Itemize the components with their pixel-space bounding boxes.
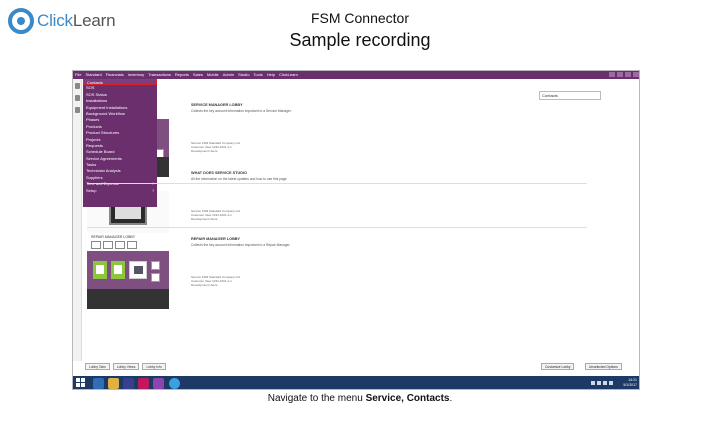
folder-icon[interactable] (108, 378, 119, 389)
box-description: Collects the key account information imp… (191, 243, 291, 247)
info-icon[interactable] (75, 107, 80, 113)
tray-icon[interactable] (591, 381, 595, 385)
menu-clicklearn[interactable]: ClickLearn (279, 71, 298, 79)
menu-standard[interactable]: Standard (85, 71, 101, 79)
slide-title: FSM Connector (310, 10, 410, 26)
repair-lobby-tile[interactable]: REPAIR MANAGER LOBBY (87, 233, 169, 309)
menu-item-setup[interactable]: Setup (83, 188, 157, 195)
menu-mobile[interactable]: Mobile (207, 71, 219, 79)
menu-bar: File Standard Financials Inventory Trans… (73, 71, 639, 79)
internet-explorer-icon[interactable] (169, 378, 180, 389)
box-meta: Service FSM Standard Company Ltd. Custom… (191, 209, 241, 221)
box-meta: Service FSM Standard Company Ltd. Custom… (191, 141, 241, 153)
app-icon[interactable] (153, 378, 164, 389)
menu-sales[interactable]: Sales (193, 71, 203, 79)
caption-menu-path: Service, Contacts (365, 393, 450, 404)
box-title[interactable]: WHAT DOES SERVICE STUDIO (191, 171, 247, 175)
tray-icon[interactable] (597, 381, 601, 385)
windows-taskbar: 14:21 5/1/2017 (73, 376, 639, 389)
document-icon (93, 261, 107, 279)
left-toolbar (73, 79, 82, 361)
menu-inventory[interactable]: Inventory (128, 71, 144, 79)
document-icon (129, 261, 147, 279)
home-icon[interactable] (75, 83, 80, 89)
grid-cell (115, 241, 125, 249)
document-icon (111, 261, 125, 279)
tile-footer (87, 289, 169, 309)
grid-cell (103, 241, 113, 249)
document-icon[interactable] (75, 95, 80, 101)
step-caption: Navigate to the menu Service, Contacts. (267, 393, 453, 404)
lobby-info-button[interactable]: Lobby Info (142, 363, 166, 370)
customize-lobby-button[interactable]: Customize Lobby (541, 363, 575, 370)
grid-cell (127, 241, 137, 249)
menu-studio[interactable]: Studio (238, 71, 249, 79)
box-description: All the information on the latest update… (191, 177, 288, 181)
minimize-icon[interactable] (617, 72, 623, 77)
menu-financials[interactable]: Financials (106, 71, 124, 79)
window-controls (607, 72, 639, 77)
box-description: Collects the key account information imp… (191, 109, 292, 113)
unselected-options-button[interactable]: Unselected Options (585, 363, 622, 370)
box-title[interactable]: REPAIR MANAGER LOBBY (191, 237, 240, 241)
service-dropdown-menu: Contacts SOS SOS Status Installations Eq… (83, 79, 157, 207)
menu-reports[interactable]: Reports (175, 71, 189, 79)
menu-admin[interactable]: Admin (223, 71, 234, 79)
menu-help[interactable]: Help (267, 71, 275, 79)
tray-icon[interactable] (603, 381, 607, 385)
search-input[interactable]: Contacts (539, 91, 601, 100)
grid-cell (91, 241, 101, 249)
system-tray (589, 381, 613, 385)
slide-subtitle: Sample recording (289, 30, 431, 50)
explorer-icon[interactable] (93, 378, 104, 389)
volume-icon[interactable] (609, 381, 613, 385)
lobby-tabs-button[interactable]: Lobby Tabs (85, 363, 110, 370)
chart-icon (151, 273, 160, 282)
settings-icon[interactable] (609, 72, 615, 77)
tray-clock[interactable]: 14:21 5/1/2017 (623, 378, 637, 388)
chart-icon (151, 261, 160, 270)
app-screenshot: File Standard Financials Inventory Trans… (72, 70, 640, 390)
tile-header: REPAIR MANAGER LOBBY (91, 235, 136, 239)
close-icon[interactable] (633, 72, 639, 77)
powershell-icon[interactable] (123, 378, 134, 389)
separator (87, 183, 587, 184)
separator (87, 227, 587, 228)
menu-file[interactable]: File (75, 71, 81, 79)
box-title[interactable]: SERVICE MANAGER LOBBY (191, 103, 243, 107)
box-meta: Service FSM Standard Company Ltd. Custom… (191, 275, 241, 287)
bottom-button-row: Lobby Tabs Lobby Views Lobby Info (85, 363, 169, 370)
windows-start-icon[interactable] (76, 378, 86, 388)
menu-tools[interactable]: Tools (253, 71, 262, 79)
menu-transactions[interactable]: Transactions (148, 71, 171, 79)
lobby-views-button[interactable]: Lobby Views (112, 363, 140, 370)
maximize-icon[interactable] (625, 72, 631, 77)
app-icon[interactable] (138, 378, 149, 389)
